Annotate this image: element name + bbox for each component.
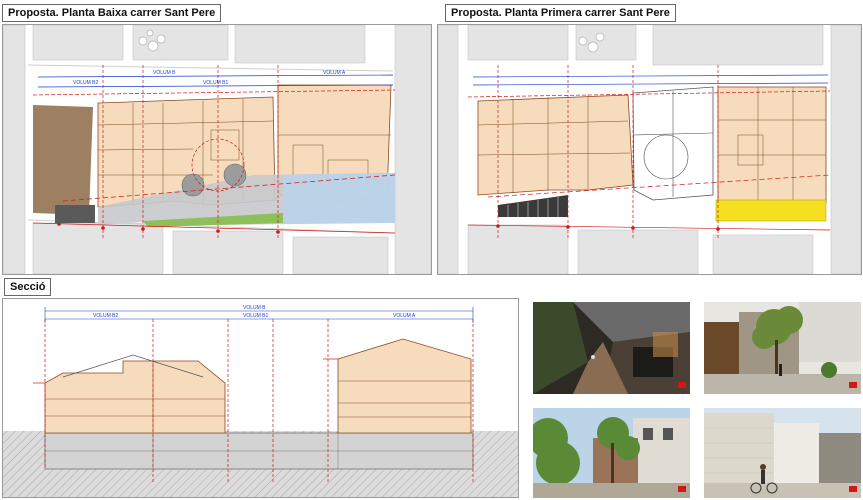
section-volum-b: VOLUM B: [243, 305, 266, 311]
volum-label-b1: VOLUM B1: [203, 80, 229, 86]
plan-ground-drawing: VOLUM B2 VOLUM B VOLUM B1 VOLUM A: [3, 25, 431, 274]
render-courtyard-tree: [704, 302, 861, 394]
plan-ground-title: Proposta. Planta Baixa carrer Sant Pere: [2, 4, 222, 22]
plan-ground-floor-panel: VOLUM B2 VOLUM B VOLUM B1 VOLUM A: [2, 24, 432, 275]
volum-label-a: VOLUM A: [323, 70, 346, 76]
section-volum-b2: VOLUM B2: [93, 313, 119, 319]
section-volum-b1: VOLUM B1: [243, 313, 269, 319]
volum-label-b2: VOLUM B2: [73, 80, 99, 86]
section-drawing: VOLUM B VOLUM B2 VOLUM B1 VOLUM A: [3, 299, 518, 497]
plan-first-title: Proposta. Planta Primera carrer Sant Per…: [445, 4, 676, 22]
render-street-trees: [533, 408, 690, 498]
section-panel: VOLUM B VOLUM B2 VOLUM B1 VOLUM A: [2, 298, 519, 498]
render-passage: [533, 302, 690, 394]
plan-first-floor-panel: [437, 24, 862, 275]
plan-first-drawing: [438, 25, 861, 274]
render-plaza-cyclist: [704, 408, 861, 498]
volum-label-b: VOLUM B: [153, 70, 176, 76]
section-volum-a: VOLUM A: [393, 313, 416, 319]
section-title: Secció: [4, 278, 52, 296]
